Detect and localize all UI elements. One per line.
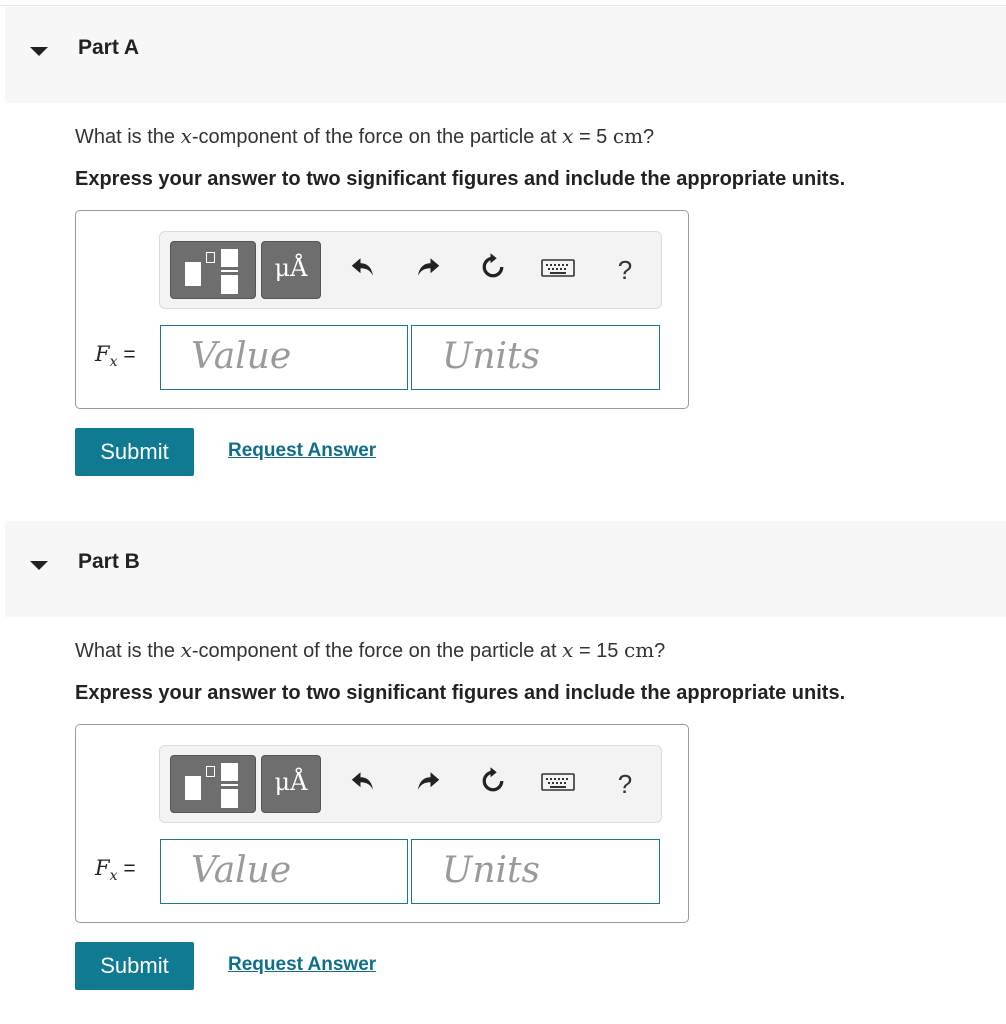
redo-button[interactable]: [410, 766, 446, 802]
part-a-header[interactable]: Part A: [5, 7, 1006, 103]
fx-equals: =: [117, 857, 136, 880]
question-value: = 15: [573, 640, 624, 662]
keyboard-button[interactable]: [538, 252, 578, 288]
undo-button[interactable]: [345, 252, 381, 288]
question-text: What is the x-component of the force on …: [75, 124, 654, 149]
keyboard-icon: [541, 773, 575, 791]
question-variable: x: [180, 638, 192, 662]
value-input[interactable]: Value: [160, 839, 408, 904]
submit-button[interactable]: Submit: [75, 942, 194, 990]
redo-icon: [418, 258, 440, 276]
caret-down-icon[interactable]: [30, 47, 48, 56]
keyboard-button[interactable]: [538, 766, 578, 802]
question-prefix: What is the: [75, 126, 181, 148]
question-middle: -component of the force on the particle …: [191, 640, 563, 662]
part-title: Part A: [78, 36, 140, 59]
fx-symbol: F: [95, 856, 110, 880]
units-button[interactable]: μÅ: [261, 241, 321, 299]
question-unit: cm: [612, 124, 644, 148]
units-icon: μÅ: [274, 768, 308, 796]
request-answer-link[interactable]: Request Answer: [228, 440, 376, 462]
undo-button[interactable]: [345, 766, 381, 802]
math-toolbar: μÅ ?: [159, 745, 662, 823]
question-variable-2: x: [562, 638, 574, 662]
submit-button[interactable]: Submit: [75, 428, 194, 476]
keyboard-icon: [541, 259, 575, 277]
question-value: = 5: [573, 126, 613, 148]
reset-icon: [482, 253, 504, 278]
redo-button[interactable]: [410, 252, 446, 288]
part-a-section: Part A: [0, 7, 1006, 103]
part-b-header[interactable]: Part B: [5, 521, 1006, 617]
reset-icon: [482, 767, 504, 792]
fx-symbol: F: [95, 342, 110, 366]
part-title: Part B: [78, 550, 140, 573]
undo-icon: [351, 772, 373, 790]
answer-box: μÅ ? Fx = Value Units: [75, 210, 689, 409]
units-input[interactable]: Units: [411, 325, 660, 390]
help-button[interactable]: ?: [607, 766, 643, 802]
question-text: What is the x-component of the force on …: [75, 638, 665, 663]
fx-label: Fx =: [95, 856, 136, 884]
answer-box: μÅ ? Fx = Value Units: [75, 724, 689, 923]
help-button[interactable]: ?: [607, 252, 643, 288]
question-middle: -component of the force on the particle …: [191, 126, 563, 148]
caret-down-icon[interactable]: [30, 561, 48, 570]
instruction-text: Express your answer to two significant f…: [75, 168, 846, 190]
question-variable: x: [180, 124, 192, 148]
redo-icon: [418, 772, 440, 790]
question-unit: cm: [624, 638, 655, 662]
fx-label: Fx =: [95, 342, 136, 370]
question-suffix: ?: [643, 126, 655, 148]
reset-button[interactable]: [475, 766, 511, 802]
math-toolbar: μÅ ?: [159, 231, 662, 309]
question-suffix: ?: [654, 640, 666, 662]
undo-icon: [351, 258, 373, 276]
help-icon: ?: [617, 255, 633, 285]
instruction-text: Express your answer to two significant f…: [75, 682, 846, 704]
units-button[interactable]: μÅ: [261, 755, 321, 813]
help-icon: ?: [617, 769, 633, 799]
units-icon: μÅ: [274, 254, 308, 282]
value-input[interactable]: Value: [160, 325, 408, 390]
fx-equals: =: [117, 343, 136, 366]
templates-button[interactable]: [170, 241, 256, 299]
question-prefix: What is the: [75, 640, 181, 662]
reset-button[interactable]: [475, 252, 511, 288]
units-input[interactable]: Units: [411, 839, 660, 904]
question-variable-2: x: [562, 124, 574, 148]
part-b-section: Part B: [0, 521, 1006, 617]
templates-button[interactable]: [170, 755, 256, 813]
top-divider: [0, 5, 1006, 6]
request-answer-link[interactable]: Request Answer: [228, 954, 376, 976]
